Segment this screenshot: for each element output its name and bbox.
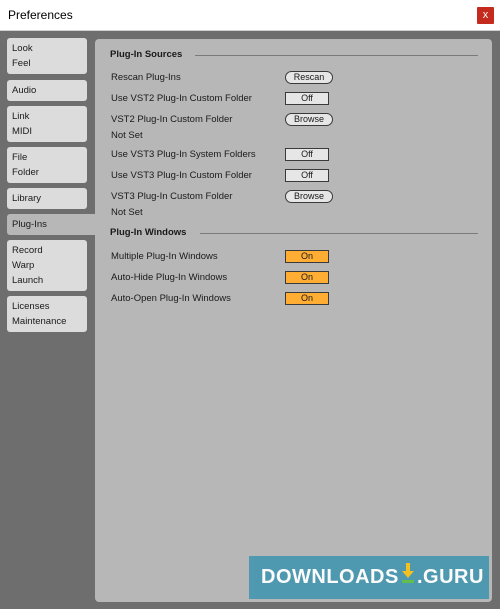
watermark-text-left: DOWNLOADS — [261, 566, 399, 588]
tab-label-line: Plug-Ins — [12, 219, 47, 230]
tab-label-line: MIDI — [12, 126, 33, 137]
vst2-custom-folder-label: VST2 Plug-In Custom Folder — [111, 114, 233, 125]
tab-label-line: Record — [12, 245, 43, 256]
vst3-custom-folder-label: VST3 Plug-In Custom Folder — [111, 191, 233, 202]
preferences-window: Look Feel Audio Link MIDI File Folder Li… — [0, 31, 500, 609]
section-divider — [195, 55, 478, 56]
tab-label-line: Audio — [12, 85, 37, 96]
plug-ins-panel: Plug-In Sources Rescan Plug-Ins Rescan U… — [95, 39, 492, 602]
tab-label-line: Feel — [12, 58, 31, 69]
preferences-sidebar: Look Feel Audio Link MIDI File Folder Li… — [0, 31, 95, 609]
tab-label-line: Folder — [12, 167, 39, 178]
tab-label-line: Warp — [12, 260, 35, 271]
tab-label-line: Library — [12, 193, 42, 204]
tab-label-line: Licenses — [12, 301, 50, 312]
auto-open-plugin-windows-toggle[interactable]: On — [285, 292, 329, 305]
tab-plug-ins[interactable]: Plug-Ins — [7, 214, 95, 235]
auto-hide-plugin-windows-toggle[interactable]: On — [285, 271, 329, 284]
rescan-button[interactable]: Rescan — [285, 71, 333, 84]
tab-label-line: Launch — [12, 275, 44, 286]
vst2-folder-path: Not Set — [111, 130, 143, 141]
tab-label-line: Look — [12, 43, 33, 54]
tab-library[interactable]: Library — [7, 188, 87, 209]
vst2-browse-button[interactable]: Browse — [285, 113, 333, 126]
tab-licenses-maintenance[interactable]: Licenses Maintenance — [7, 296, 87, 332]
section-title-plugin-sources: Plug-In Sources — [110, 49, 183, 60]
vst3-browse-button[interactable]: Browse — [285, 190, 333, 203]
tab-file-folder[interactable]: File Folder — [7, 147, 87, 183]
window-title: Preferences — [8, 8, 73, 22]
close-button[interactable]: x — [477, 7, 494, 24]
download-arrow-icon — [402, 563, 414, 583]
tab-look-feel[interactable]: Look Feel — [7, 38, 87, 74]
rescan-plugins-label: Rescan Plug-Ins — [111, 72, 181, 83]
tab-audio[interactable]: Audio — [7, 80, 87, 101]
tab-link-midi[interactable]: Link MIDI — [7, 106, 87, 142]
section-title-plugin-windows: Plug-In Windows — [110, 227, 187, 238]
tab-label-line: Maintenance — [12, 316, 67, 327]
downloads-guru-watermark: DOWNLOADS .GURU — [249, 556, 489, 599]
vst3-folder-path: Not Set — [111, 207, 143, 218]
section-divider — [200, 233, 478, 234]
tab-label-line: File — [12, 152, 28, 163]
use-vst3-system-folders-toggle[interactable]: Off — [285, 148, 329, 161]
tab-record-warp-launch[interactable]: Record Warp Launch — [7, 240, 87, 291]
use-vst2-custom-folder-toggle[interactable]: Off — [285, 92, 329, 105]
use-vst3-system-folders-label: Use VST3 Plug-In System Folders — [111, 149, 256, 160]
title-bar: Preferences x — [0, 0, 500, 31]
multiple-plugin-windows-toggle[interactable]: On — [285, 250, 329, 263]
use-vst2-custom-folder-label: Use VST2 Plug-In Custom Folder — [111, 93, 252, 104]
watermark-text-right: .GURU — [417, 566, 484, 588]
use-vst3-custom-folder-label: Use VST3 Plug-In Custom Folder — [111, 170, 252, 181]
auto-open-plugin-windows-label: Auto-Open Plug-In Windows — [111, 293, 231, 304]
use-vst3-custom-folder-toggle[interactable]: Off — [285, 169, 329, 182]
multiple-plugin-windows-label: Multiple Plug-In Windows — [111, 251, 218, 262]
tab-label-line: Link — [12, 111, 30, 122]
auto-hide-plugin-windows-label: Auto-Hide Plug-In Windows — [111, 272, 228, 283]
